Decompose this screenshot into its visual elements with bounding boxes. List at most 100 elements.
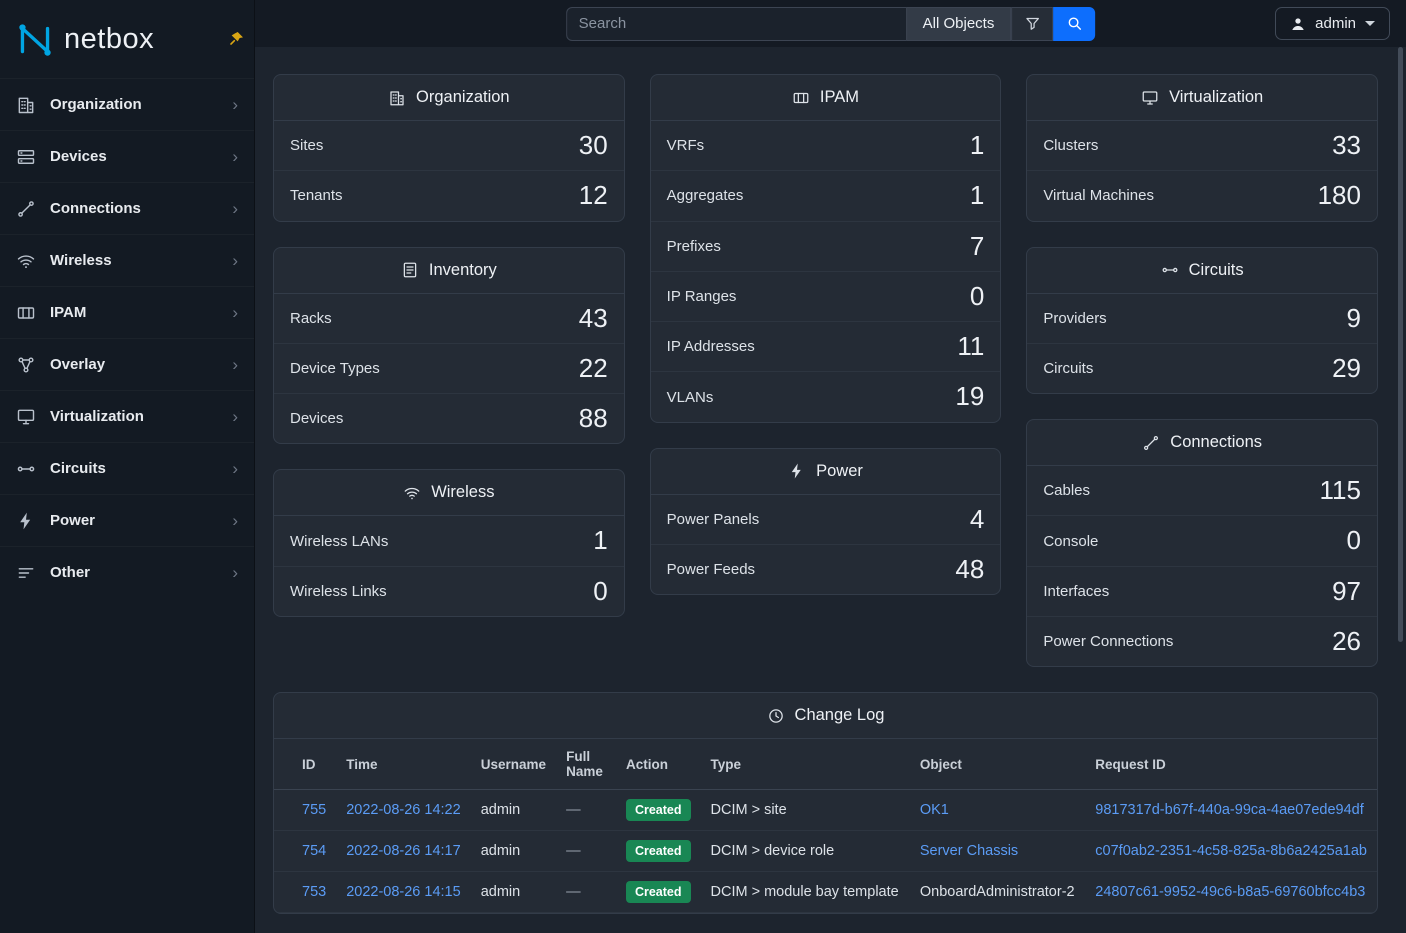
stat-row-clusters[interactable]: Clusters 33 bbox=[1027, 121, 1377, 171]
change-object-link[interactable]: Server Chassis bbox=[920, 843, 1018, 859]
stat-value: 180 bbox=[1318, 182, 1361, 209]
stat-row-interfaces[interactable]: Interfaces 97 bbox=[1027, 567, 1377, 617]
stat-row-power-feeds[interactable]: Power Feeds 48 bbox=[651, 545, 1001, 594]
stat-value: 4 bbox=[970, 506, 984, 533]
stat-row-ip-addresses[interactable]: IP Addresses 11 bbox=[651, 322, 1001, 372]
chevron-right-icon: › bbox=[232, 356, 238, 373]
stat-row-prefixes[interactable]: Prefixes 7 bbox=[651, 222, 1001, 272]
stat-label: Racks bbox=[290, 310, 332, 327]
card-wireless: Wireless Wireless LANs 1 Wireless Links … bbox=[273, 469, 625, 617]
sidebar-item-virtualization[interactable]: Virtualization › bbox=[0, 390, 254, 442]
stat-value: 19 bbox=[955, 383, 984, 410]
stat-value: 33 bbox=[1332, 132, 1361, 159]
pin-icon[interactable] bbox=[229, 30, 245, 50]
stat-row-ip-ranges[interactable]: IP Ranges 0 bbox=[651, 272, 1001, 322]
change-object: OnboardAdministrator-2 bbox=[910, 872, 1085, 913]
stat-row-sites[interactable]: Sites 30 bbox=[274, 121, 624, 171]
sidebar-item-connections[interactable]: Connections › bbox=[0, 182, 254, 234]
column-header-id: ID bbox=[274, 739, 336, 790]
user-menu-button[interactable]: admin bbox=[1275, 7, 1390, 40]
card-circuits: Circuits Providers 9 Circuits 29 bbox=[1026, 247, 1378, 395]
stats-column-1: Organization Sites 30 Tenants 12 bbox=[273, 74, 625, 617]
filter-button[interactable] bbox=[1011, 7, 1053, 41]
transit-icon bbox=[1161, 261, 1179, 279]
column-header-full-name: Full Name bbox=[556, 739, 616, 790]
table-row: 754 2022-08-26 14:17 admin — Created DCI… bbox=[274, 831, 1377, 872]
stat-row-circuits[interactable]: Circuits 29 bbox=[1027, 344, 1377, 393]
stat-row-device-types[interactable]: Device Types 22 bbox=[274, 344, 624, 394]
scrollbar-thumb[interactable] bbox=[1398, 47, 1403, 642]
column-header-request-id: Request ID bbox=[1085, 739, 1377, 790]
sidebar-item-label: Other bbox=[50, 564, 218, 581]
card-title: Inventory bbox=[429, 261, 497, 280]
card-header: Inventory bbox=[274, 248, 624, 294]
sidebar-item-label: Devices bbox=[50, 148, 218, 165]
brand-logo[interactable]: netbox bbox=[0, 0, 254, 78]
caret-down-icon bbox=[1365, 21, 1375, 26]
sidebar-item-label: IPAM bbox=[50, 304, 218, 321]
stat-label: VRFs bbox=[667, 137, 705, 154]
column-header-action: Action bbox=[616, 739, 701, 790]
stat-row-vlans[interactable]: VLANs 19 bbox=[651, 372, 1001, 421]
change-id-link[interactable]: 754 bbox=[302, 843, 326, 859]
sidebar: netbox Organization › Devices › Connecti… bbox=[0, 0, 255, 933]
sidebar-item-devices[interactable]: Devices › bbox=[0, 130, 254, 182]
stat-label: Interfaces bbox=[1043, 583, 1109, 600]
request-id-link[interactable]: 24807c61-9952-49c6-b8a5-69760bfcc4b3 bbox=[1095, 884, 1365, 900]
stat-row-cables[interactable]: Cables 115 bbox=[1027, 466, 1377, 516]
change-id-link[interactable]: 753 bbox=[302, 884, 326, 900]
ip-counter-icon bbox=[16, 303, 36, 323]
chevron-right-icon: › bbox=[232, 148, 238, 165]
stat-label: Device Types bbox=[290, 360, 380, 377]
change-object-link[interactable]: OK1 bbox=[920, 802, 949, 818]
change-username: admin bbox=[471, 872, 556, 913]
change-id-link[interactable]: 755 bbox=[302, 802, 326, 818]
stat-row-virtual-machines[interactable]: Virtual Machines 180 bbox=[1027, 171, 1377, 220]
stat-value: 12 bbox=[579, 182, 608, 209]
monitor-icon bbox=[16, 407, 36, 427]
search-group: All Objects bbox=[566, 7, 1096, 41]
sidebar-item-wireless[interactable]: Wireless › bbox=[0, 234, 254, 286]
stat-row-providers[interactable]: Providers 9 bbox=[1027, 294, 1377, 344]
stat-label: Wireless LANs bbox=[290, 533, 388, 550]
stat-label: Power Feeds bbox=[667, 561, 755, 578]
sidebar-item-organization[interactable]: Organization › bbox=[0, 78, 254, 130]
stat-row-console[interactable]: Console 0 bbox=[1027, 516, 1377, 566]
stat-row-wireless-lans[interactable]: Wireless LANs 1 bbox=[274, 516, 624, 566]
card-title: Wireless bbox=[431, 483, 494, 502]
request-id-link[interactable]: c07f0ab2-2351-4c58-825a-8b6a2425a1ab bbox=[1095, 843, 1367, 859]
user-icon bbox=[1290, 16, 1306, 32]
search-input[interactable] bbox=[566, 7, 906, 41]
change-time-link[interactable]: 2022-08-26 14:17 bbox=[346, 843, 461, 859]
stat-value: 43 bbox=[579, 305, 608, 332]
sidebar-item-other[interactable]: Other › bbox=[0, 546, 254, 598]
sidebar-item-ipam[interactable]: IPAM › bbox=[0, 286, 254, 338]
stats-column-2: IPAM VRFs 1 Aggregates 1 Prefixes 7 bbox=[650, 74, 1002, 595]
stat-label: Clusters bbox=[1043, 137, 1098, 154]
stat-row-racks[interactable]: Racks 43 bbox=[274, 294, 624, 344]
search-submit-button[interactable] bbox=[1053, 7, 1095, 41]
stat-value: 1 bbox=[970, 182, 984, 209]
object-type-dropdown[interactable]: All Objects bbox=[906, 7, 1012, 41]
action-badge: Created bbox=[626, 840, 691, 862]
stat-label: Tenants bbox=[290, 187, 343, 204]
sidebar-item-power[interactable]: Power › bbox=[0, 494, 254, 546]
stat-row-tenants[interactable]: Tenants 12 bbox=[274, 171, 624, 220]
sidebar-item-circuits[interactable]: Circuits › bbox=[0, 442, 254, 494]
sidebar-item-label: Organization bbox=[50, 96, 218, 113]
card-header: Circuits bbox=[1027, 248, 1377, 294]
stat-value: 0 bbox=[1347, 527, 1361, 554]
change-time-link[interactable]: 2022-08-26 14:22 bbox=[346, 802, 461, 818]
stat-row-aggregates[interactable]: Aggregates 1 bbox=[651, 171, 1001, 221]
change-time-link[interactable]: 2022-08-26 14:15 bbox=[346, 884, 461, 900]
stat-row-power-panels[interactable]: Power Panels 4 bbox=[651, 495, 1001, 545]
stat-row-power-connections[interactable]: Power Connections 26 bbox=[1027, 617, 1377, 666]
stat-row-vrfs[interactable]: VRFs 1 bbox=[651, 121, 1001, 171]
stat-row-wireless-links[interactable]: Wireless Links 0 bbox=[274, 567, 624, 616]
stat-row-devices[interactable]: Devices 88 bbox=[274, 394, 624, 443]
request-id-link[interactable]: 9817317d-b67f-440a-99ca-4ae07ede94df bbox=[1095, 802, 1363, 818]
stat-label: Power Panels bbox=[667, 511, 760, 528]
sidebar-item-overlay[interactable]: Overlay › bbox=[0, 338, 254, 390]
stat-label: Cables bbox=[1043, 482, 1090, 499]
user-label: admin bbox=[1315, 15, 1356, 32]
